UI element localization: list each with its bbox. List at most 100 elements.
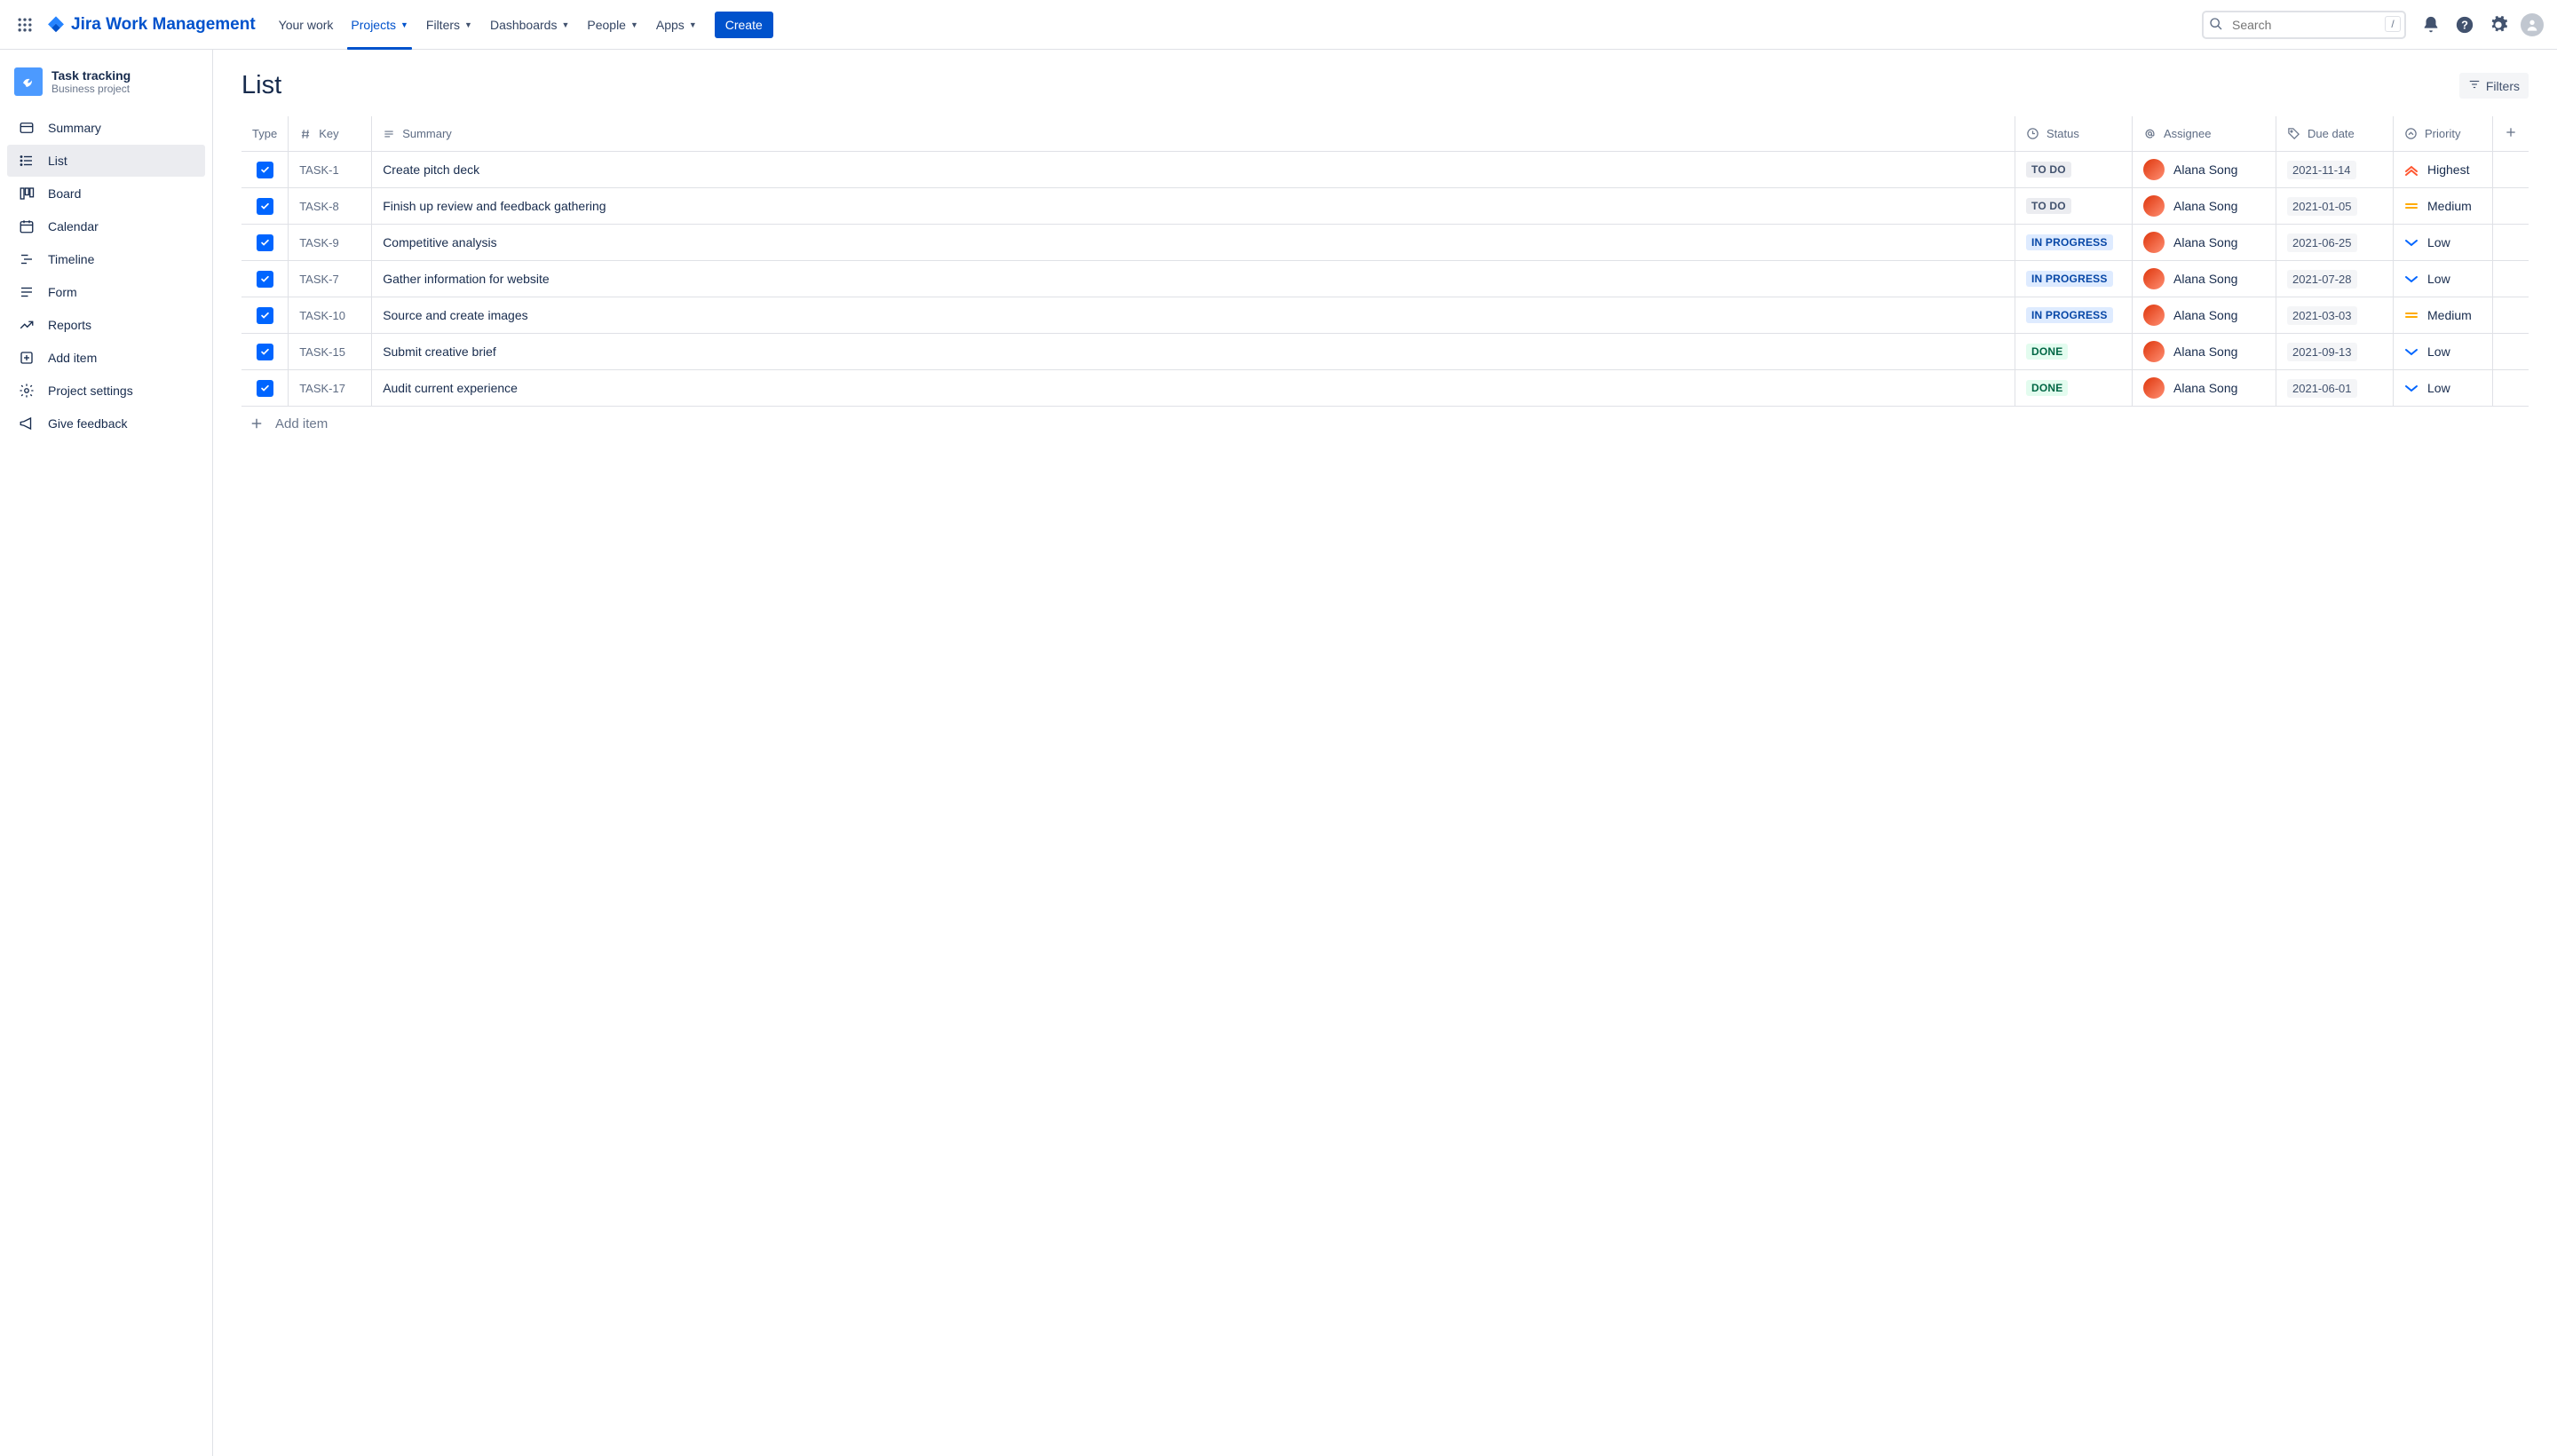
settings-button[interactable] [2484, 11, 2513, 39]
profile-button[interactable] [2518, 11, 2546, 39]
assignee-name: Alana Song [2173, 162, 2237, 177]
svg-text:?: ? [2461, 18, 2468, 31]
table-row[interactable]: TASK-1Create pitch deck TO DO Alana Song 20… [241, 152, 2529, 188]
search-shortcut-badge: / [2385, 16, 2401, 32]
assignee-cell[interactable]: Alana Song [2143, 377, 2265, 399]
sidebar-item-feedback[interactable]: Give feedback [7, 408, 205, 439]
column-header-type[interactable]: Type [241, 116, 288, 152]
sidebar-item-calendar[interactable]: Calendar [7, 210, 205, 242]
priority-cell[interactable]: Low [2404, 344, 2482, 359]
task-key[interactable]: TASK-10 [288, 297, 371, 334]
assignee-name: Alana Song [2173, 235, 2237, 249]
task-summary[interactable]: Finish up review and feedback gathering [371, 188, 2015, 225]
table-row[interactable]: TASK-17Audit current experience DONE Alana… [241, 370, 2529, 407]
sidebar-item-timeline[interactable]: Timeline [7, 243, 205, 275]
project-header[interactable]: Task tracking Business project [7, 67, 205, 112]
search-input[interactable] [2202, 11, 2406, 39]
due-date[interactable]: 2021-07-28 [2287, 270, 2357, 289]
due-date[interactable]: 2021-06-01 [2287, 379, 2357, 398]
table-row[interactable]: TASK-15Submit creative brief DONE Alana So… [241, 334, 2529, 370]
priority-label: Low [2427, 235, 2450, 249]
task-summary[interactable]: Competitive analysis [371, 225, 2015, 261]
table-row[interactable]: TASK-9Competitive analysis IN PROGRESS Ala… [241, 225, 2529, 261]
task-summary[interactable]: Gather information for website [371, 261, 2015, 297]
add-column-button[interactable] [2492, 116, 2529, 152]
assignee-cell[interactable]: Alana Song [2143, 195, 2265, 217]
column-header-assignee[interactable]: Assignee [2132, 116, 2276, 152]
chevron-down-icon: ▼ [689, 20, 697, 29]
nav-projects[interactable]: Projects▼ [342, 0, 417, 50]
due-date[interactable]: 2021-01-05 [2287, 197, 2357, 216]
priority-cell[interactable]: Low [2404, 235, 2482, 249]
assignee-cell[interactable]: Alana Song [2143, 232, 2265, 253]
reports-icon [18, 316, 36, 334]
column-header-status[interactable]: Status [2015, 116, 2132, 152]
column-header-summary[interactable]: Summary [371, 116, 2015, 152]
priority-cell[interactable]: Medium [2404, 308, 2482, 322]
task-key[interactable]: TASK-17 [288, 370, 371, 407]
app-switcher-button[interactable] [11, 11, 39, 39]
due-date[interactable]: 2021-03-03 [2287, 306, 2357, 325]
due-date[interactable]: 2021-11-14 [2287, 161, 2356, 179]
priority-cell[interactable]: Highest [2404, 162, 2482, 177]
assignee-name: Alana Song [2173, 199, 2237, 213]
table-row[interactable]: TASK-8Finish up review and feedback gath… [241, 188, 2529, 225]
status-badge[interactable]: IN PROGRESS [2026, 307, 2113, 323]
assignee-cell[interactable]: Alana Song [2143, 159, 2265, 180]
task-key[interactable]: TASK-9 [288, 225, 371, 261]
priority-cell[interactable]: Low [2404, 272, 2482, 286]
sidebar-item-form[interactable]: Form [7, 276, 205, 308]
notifications-button[interactable] [2417, 11, 2445, 39]
status-badge[interactable]: TO DO [2026, 162, 2071, 178]
help-button[interactable]: ? [2450, 11, 2479, 39]
create-button[interactable]: Create [715, 12, 773, 38]
task-key[interactable]: TASK-1 [288, 152, 371, 188]
add-item-row[interactable]: Add item [241, 407, 2529, 440]
sidebar-item-add[interactable]: Add item [7, 342, 205, 374]
sidebar-item-list[interactable]: List [7, 145, 205, 177]
column-header-key[interactable]: Key [288, 116, 371, 152]
column-header-priority[interactable]: Priority [2393, 116, 2492, 152]
status-badge[interactable]: DONE [2026, 344, 2068, 360]
sidebar-item-reports[interactable]: Reports [7, 309, 205, 341]
task-summary[interactable]: Create pitch deck [371, 152, 2015, 188]
status-badge[interactable]: IN PROGRESS [2026, 271, 2113, 287]
plus-icon [2504, 129, 2518, 142]
status-badge[interactable]: TO DO [2026, 198, 2071, 214]
tag-icon [2287, 127, 2300, 140]
column-header-due-date[interactable]: Due date [2276, 116, 2393, 152]
sidebar-item-board[interactable]: Board [7, 178, 205, 210]
task-summary[interactable]: Audit current experience [371, 370, 2015, 407]
nav-filters[interactable]: Filters▼ [417, 0, 481, 50]
due-date[interactable]: 2021-06-25 [2287, 233, 2357, 252]
task-type-icon [257, 234, 273, 251]
task-key[interactable]: TASK-8 [288, 188, 371, 225]
task-summary[interactable]: Source and create images [371, 297, 2015, 334]
task-key[interactable]: TASK-7 [288, 261, 371, 297]
assignee-cell[interactable]: Alana Song [2143, 268, 2265, 289]
nav-dashboards[interactable]: Dashboards▼ [481, 0, 578, 50]
priority-cell[interactable]: Low [2404, 381, 2482, 395]
task-type-icon [257, 344, 273, 360]
assignee-cell[interactable]: Alana Song [2143, 341, 2265, 362]
priority-icon [2404, 162, 2418, 177]
task-summary[interactable]: Submit creative brief [371, 334, 2015, 370]
product-logo[interactable]: Jira Work Management [46, 15, 256, 35]
sidebar-item-summary[interactable]: Summary [7, 112, 205, 144]
nav-your-work[interactable]: Your work [270, 0, 343, 50]
nav-people[interactable]: People▼ [578, 0, 647, 50]
sidebar-item-settings[interactable]: Project settings [7, 375, 205, 407]
status-badge[interactable]: DONE [2026, 380, 2068, 396]
priority-col-icon [2404, 127, 2418, 140]
assignee-cell[interactable]: Alana Song [2143, 305, 2265, 326]
filters-button[interactable]: Filters [2459, 73, 2529, 99]
megaphone-icon [18, 415, 36, 432]
due-date[interactable]: 2021-09-13 [2287, 343, 2357, 361]
nav-apps[interactable]: Apps▼ [647, 0, 706, 50]
task-key[interactable]: TASK-15 [288, 334, 371, 370]
table-row[interactable]: TASK-10Source and create images IN PROGRE… [241, 297, 2529, 334]
table-row[interactable]: TASK-7Gather information for website IN P… [241, 261, 2529, 297]
status-badge[interactable]: IN PROGRESS [2026, 234, 2113, 250]
priority-cell[interactable]: Medium [2404, 199, 2482, 213]
gear-icon [18, 382, 36, 400]
